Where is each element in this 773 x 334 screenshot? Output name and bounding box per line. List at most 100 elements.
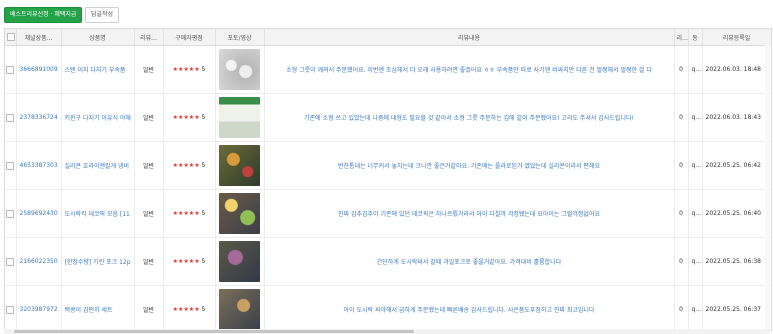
review-content[interactable]: 기존에 소형 쓰고 있었는데 나중에 대형도 필요할 것 같아서 소형 그릇 주… bbox=[264, 93, 675, 142]
review-content[interactable]: 반찬통대는 너무커서 놓치는데 크니깐 좋은거같아요. 기존에는 플라로된거 였… bbox=[264, 141, 675, 190]
product-id-link[interactable]: 2166022350 bbox=[16, 237, 62, 286]
comment-count: 0 bbox=[674, 285, 689, 330]
comment-count: 0 bbox=[674, 45, 689, 94]
status: q... bbox=[688, 141, 703, 190]
review-date: 2022.06.03. 18:48 bbox=[702, 45, 771, 94]
product-id-link[interactable]: 3666891009 bbox=[16, 45, 62, 94]
review-type: 일반 bbox=[134, 141, 164, 190]
table-header: 채널상품... 상품명 리뷰... 구매자평점 포토/영상 리뷰내용 리... … bbox=[5, 29, 771, 46]
review-photo[interactable] bbox=[219, 241, 260, 282]
col-review-type[interactable]: 리뷰... bbox=[134, 29, 164, 46]
status: q... bbox=[688, 285, 703, 330]
row-checkbox[interactable] bbox=[5, 189, 17, 238]
photo-cell[interactable] bbox=[215, 141, 265, 190]
product-name-link[interactable]: 키친구 다지기 이유식 야채 bbox=[61, 93, 135, 142]
rating: ★★★★★ 5 bbox=[163, 141, 216, 190]
product-id-link[interactable]: 4653387303 bbox=[16, 141, 62, 190]
comment-count: 0 bbox=[674, 141, 689, 190]
col-photo[interactable]: 포토/영상 bbox=[215, 29, 265, 46]
rating-value: 5 bbox=[201, 306, 206, 313]
review-date: 2022.05.25. 06:40 bbox=[702, 189, 771, 238]
comment-count: 0 bbox=[674, 237, 689, 286]
review-photo[interactable] bbox=[219, 97, 260, 138]
review-photo[interactable] bbox=[219, 49, 260, 90]
review-date: 2022.05.25. 06:37 bbox=[702, 285, 771, 330]
table-row[interactable]: 2378336724 키친구 다지기 이유식 야채 일반 ★★★★★ 5 기존에 소형 … bbox=[5, 93, 771, 142]
col-rating[interactable]: 구매자평점 bbox=[163, 29, 216, 46]
row-checkbox[interactable] bbox=[5, 141, 17, 190]
product-name-link[interactable]: 스텐 이지 다지기 부속품 bbox=[61, 45, 135, 94]
review-photo[interactable] bbox=[219, 193, 260, 234]
select-all-checkbox[interactable] bbox=[5, 29, 17, 46]
toolbar: 베스트리뷰선정 · 혜택지급 답글작성 bbox=[0, 0, 773, 28]
star-icons: ★★★★★ bbox=[172, 210, 200, 217]
review-type: 일반 bbox=[134, 189, 164, 238]
col-date[interactable]: 리뷰등록일 bbox=[702, 29, 771, 46]
review-type: 일반 bbox=[134, 93, 164, 142]
review-date: 2022.05.25. 06:42 bbox=[702, 141, 771, 190]
best-review-button[interactable]: 베스트리뷰선정 · 혜택지급 bbox=[4, 7, 83, 23]
review-grid: 채널상품... 상품명 리뷰... 구매자평점 포토/영상 리뷰내용 리... … bbox=[4, 28, 772, 331]
rating: ★★★★★ 5 bbox=[163, 189, 216, 238]
comment-count: 0 bbox=[674, 93, 689, 142]
status: q... bbox=[688, 189, 703, 238]
col-product-name[interactable]: 상품명 bbox=[61, 29, 135, 46]
review-content[interactable]: 소형 그릇이 깨져서 주문했어요. 이번엔 조심해서 더 오래 사용하려면 좋겠… bbox=[264, 45, 675, 94]
photo-cell[interactable] bbox=[215, 285, 265, 330]
star-icons: ★★★★★ bbox=[172, 258, 200, 265]
photo-cell[interactable] bbox=[215, 93, 265, 142]
photo-cell[interactable] bbox=[215, 189, 265, 238]
product-id-link[interactable]: 2378336724 bbox=[16, 93, 62, 142]
review-date: 2022.05.25. 06:38 bbox=[702, 237, 771, 286]
review-table: 채널상품... 상품명 리뷰... 구매자평점 포토/영상 리뷰내용 리... … bbox=[5, 29, 771, 330]
rating-value: 5 bbox=[201, 210, 206, 217]
product-name-link[interactable]: 도시락칵 데코픽 모음 [11 bbox=[61, 189, 135, 238]
review-photo[interactable] bbox=[219, 145, 260, 186]
comment-count: 0 bbox=[674, 189, 689, 238]
review-type: 일반 bbox=[134, 285, 164, 330]
horizontal-scrollbar[interactable] bbox=[4, 329, 770, 334]
table-row[interactable]: 3666891009 스텐 이지 다지기 부속품 일반 ★★★★★ 5 소형 그릇이 깨… bbox=[5, 45, 771, 94]
rating: ★★★★★ 5 bbox=[163, 45, 216, 94]
status: q... bbox=[688, 45, 703, 94]
vertical-scrollbar[interactable] bbox=[765, 44, 770, 329]
table-row[interactable]: 2589692430 도시락칵 데코픽 모음 [11 일반 ★★★★★ 5 진짜 김추김… bbox=[5, 189, 771, 238]
row-checkbox[interactable] bbox=[5, 93, 17, 142]
rating-value: 5 bbox=[201, 114, 206, 121]
review-photo[interactable] bbox=[219, 289, 260, 330]
rating: ★★★★★ 5 bbox=[163, 93, 216, 142]
rating: ★★★★★ 5 bbox=[163, 285, 216, 330]
status: q... bbox=[688, 237, 703, 286]
row-checkbox[interactable] bbox=[5, 45, 17, 94]
photo-cell[interactable] bbox=[215, 237, 265, 286]
rating-value: 5 bbox=[201, 258, 206, 265]
product-name-link[interactable]: [한정수량] 기린 포크 12p bbox=[61, 237, 135, 286]
rating-value: 5 bbox=[201, 66, 206, 73]
review-type: 일반 bbox=[134, 45, 164, 94]
product-name-link[interactable]: 백콩이 김펀치 세트 bbox=[61, 285, 135, 330]
product-id-link[interactable]: 3203987972 bbox=[16, 285, 62, 330]
star-icons: ★★★★★ bbox=[172, 306, 200, 313]
table-row[interactable]: 2166022350 [한정수량] 기린 포크 12p 일반 ★★★★★ 5 간단하게 … bbox=[5, 237, 771, 286]
review-date: 2022.06.03. 18:43 bbox=[702, 93, 771, 142]
table-row[interactable]: 3203987972 백콩이 김펀치 세트 일반 ★★★★★ 5 아이 도시락 싸야해서… bbox=[5, 285, 771, 330]
review-content[interactable]: 아이 도시락 싸야해서 급하게 주문했는데 빠른배송 감사드립니다. 사은품도푸… bbox=[264, 285, 675, 330]
product-id-link[interactable]: 2589692430 bbox=[16, 189, 62, 238]
star-icons: ★★★★★ bbox=[172, 66, 200, 73]
rating-value: 5 bbox=[201, 162, 206, 169]
product-name-link[interactable]: 실리콘 호라이젠칼게 냉비 bbox=[61, 141, 135, 190]
star-icons: ★★★★★ bbox=[172, 114, 200, 121]
review-content[interactable]: 간단하게 도시락싸서 갈때 과일포크로 좋을거같아요. 가격대비 훌륭합니다 bbox=[264, 237, 675, 286]
row-checkbox[interactable] bbox=[5, 285, 17, 330]
photo-cell[interactable] bbox=[215, 45, 265, 94]
rating: ★★★★★ 5 bbox=[163, 237, 216, 286]
col-content[interactable]: 리뷰내용 bbox=[264, 29, 675, 46]
reply-button[interactable]: 답글작성 bbox=[85, 7, 119, 23]
col-d[interactable]: 동 bbox=[688, 29, 703, 46]
table-row[interactable]: 4653387303 실리콘 호라이젠칼게 냉비 일반 ★★★★★ 5 반찬통대는 너무… bbox=[5, 141, 771, 190]
col-r[interactable]: 리... bbox=[674, 29, 689, 46]
status: q... bbox=[688, 93, 703, 142]
review-content[interactable]: 진짜 김추김추이 기존에 있던 데코픽은 하나르뤘거라서 아이 다칠까 걱정됐는… bbox=[264, 189, 675, 238]
col-channel-product[interactable]: 채널상품... bbox=[16, 29, 62, 46]
row-checkbox[interactable] bbox=[5, 237, 17, 286]
